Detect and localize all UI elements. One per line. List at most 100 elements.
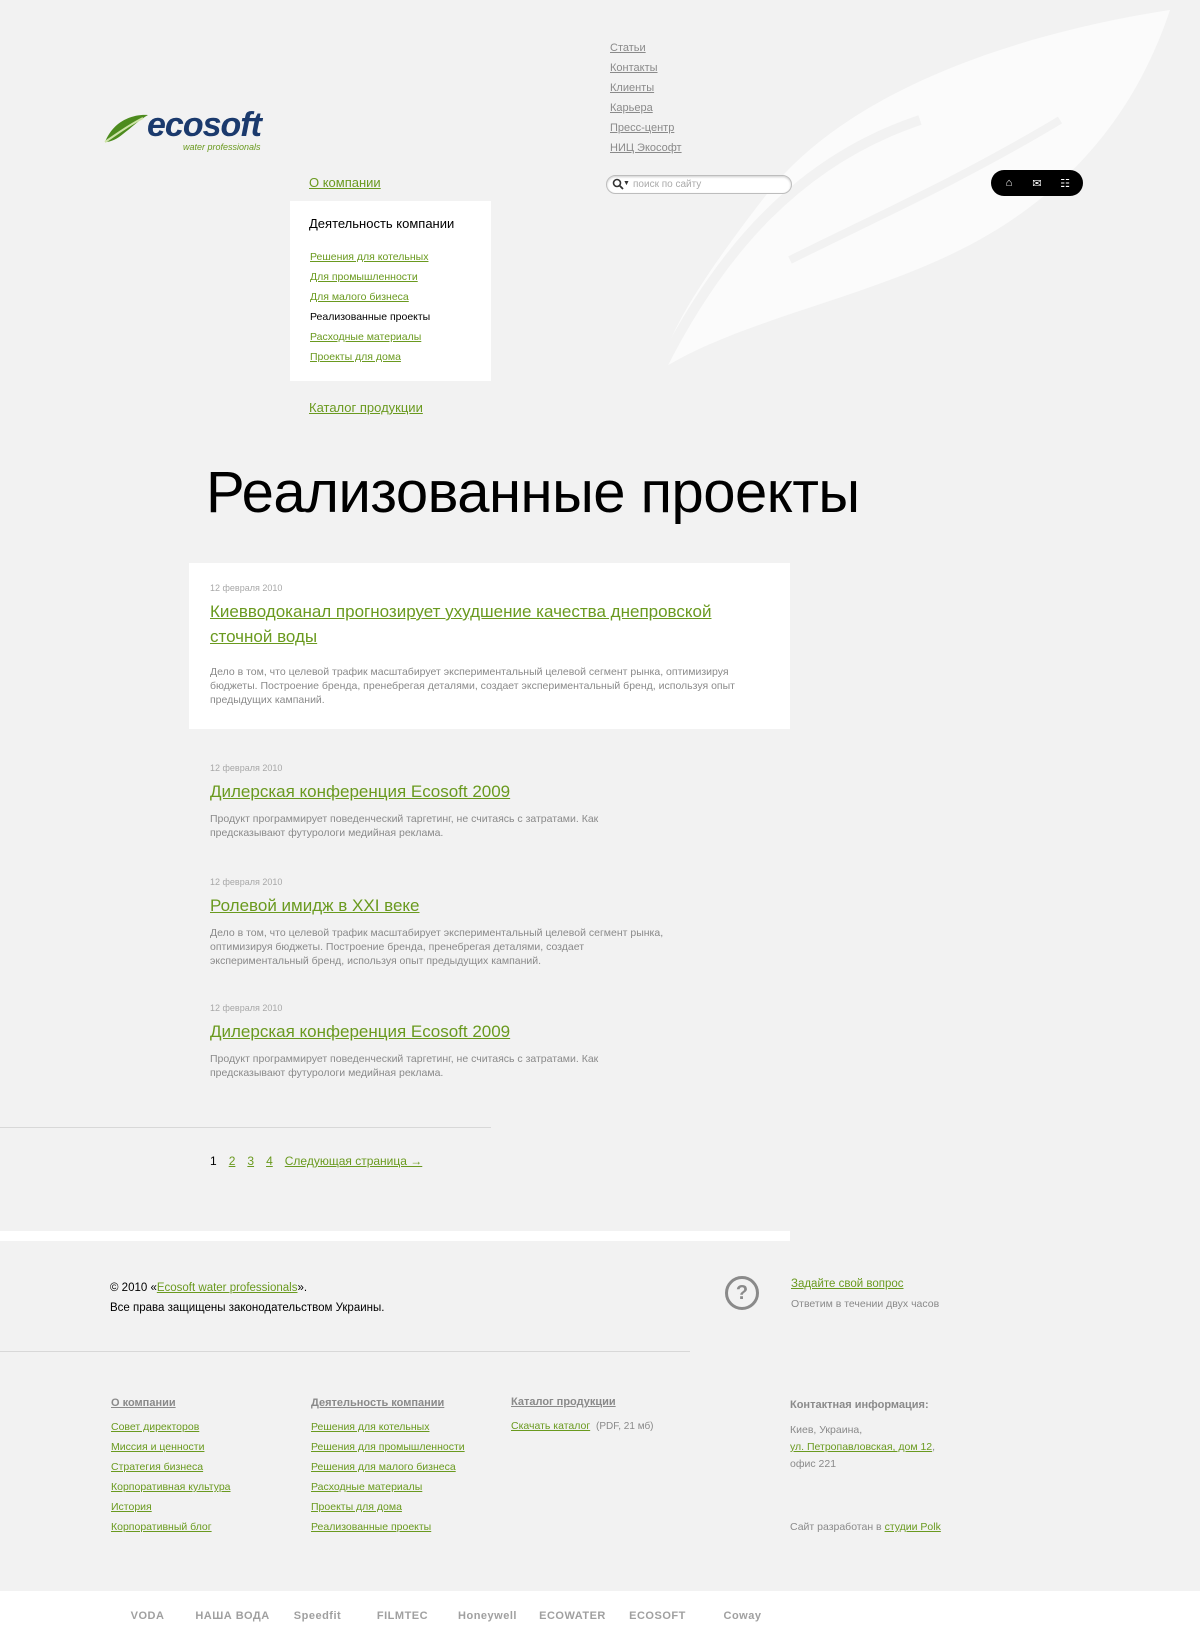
chevron-down-icon[interactable]: ▼ — [623, 180, 630, 187]
article-title-link[interactable]: Киевводоканал прогнозирует ухудшение кач… — [210, 599, 770, 649]
pagination: 1 2 3 4 Следующая страница → — [210, 1154, 422, 1168]
footer-col-catalog: Каталог продукции Скачать каталог (PDF, … — [511, 1396, 654, 1437]
article-title-link[interactable]: Дилерская конференция Ecosoft 2009 — [210, 779, 770, 804]
nav-activity-box: Деятельность компании Решения для котель… — [290, 201, 491, 381]
brand-logo[interactable]: Speedfit — [275, 1610, 360, 1622]
article-excerpt: Продукт программирует поведенческий тарг… — [210, 1053, 599, 1079]
nav-item-link[interactable]: Для промышленности — [310, 271, 418, 283]
brand-logo[interactable]: Honeywell — [445, 1610, 530, 1622]
footer-link[interactable]: Совет директоров — [111, 1421, 199, 1433]
footer-link[interactable]: Решения для малого бизнеса — [311, 1461, 456, 1473]
footer-link[interactable]: Корпоративный блог — [111, 1521, 212, 1533]
contact-city: Киев, Украина, — [790, 1424, 863, 1436]
nav-item-home-projects[interactable]: Проекты для дома — [310, 347, 430, 367]
download-catalog-link[interactable]: Скачать каталог — [511, 1420, 590, 1432]
copyright-prefix: © 2010 « — [110, 1282, 157, 1294]
page-link-2[interactable]: 2 — [229, 1154, 236, 1168]
article-date: 12 февраля 2010 — [210, 763, 283, 773]
nav-item-consumables[interactable]: Расходные материалы — [310, 327, 430, 347]
logo-tagline: water professionals — [183, 142, 261, 152]
top-link-clients[interactable]: Клиенты — [610, 78, 682, 98]
brand-logo[interactable]: FILMTEC — [360, 1610, 445, 1622]
rights-text: Все права защищены законодательством Укр… — [110, 1302, 385, 1314]
top-link-research[interactable]: НИЦ Экософт — [610, 138, 682, 158]
nav-item-link[interactable]: Проекты для дома — [310, 351, 401, 363]
contact-info: Контактная информация: Киев, Украина, ул… — [790, 1397, 935, 1473]
article-excerpt: Дело в том, что целевой трафик масштабир… — [210, 666, 735, 706]
brand-logos: VODA НАША ВОДА Speedfit FILMTEC Honeywel… — [105, 1610, 785, 1622]
page-link-3[interactable]: 3 — [247, 1154, 254, 1168]
catalog-file-meta: (PDF, 21 мб) — [596, 1421, 654, 1432]
contact-street-link[interactable]: ул. Петропавловская, дом 12 — [790, 1441, 932, 1453]
search-box: ▼ — [606, 175, 792, 194]
brand-logo[interactable]: НАША ВОДА — [190, 1610, 275, 1622]
next-page-link[interactable]: Следующая страница → — [285, 1154, 423, 1168]
page-title: Реализованные проекты — [206, 460, 860, 525]
contact-office: офис 221 — [790, 1458, 837, 1470]
sitemap-icon[interactable]: ☷ — [1058, 177, 1072, 190]
top-links: Статьи Контакты Клиенты Карьера Пресс-це… — [610, 38, 682, 158]
ecosoft-logo[interactable]: ecosoft water professionals — [103, 106, 273, 158]
article-excerpt: Продукт программирует поведенческий тарг… — [210, 813, 599, 839]
article-item: 12 февраля 2010 Киевводоканал прогнозиру… — [210, 583, 770, 707]
copyright: © 2010 «Ecosoft water professionals». Вс… — [110, 1278, 384, 1318]
footer-link[interactable]: Миссия и ценности — [111, 1441, 204, 1453]
nav-item-link[interactable]: Решения для котельных — [310, 251, 428, 263]
developer-credit: Сайт разработан в студии Polk — [790, 1521, 941, 1533]
footer-link[interactable]: Решения для промышленности — [311, 1441, 465, 1453]
footer-col-title[interactable]: Каталог продукции — [511, 1396, 654, 1408]
footer-link[interactable]: Решения для котельных — [311, 1421, 429, 1433]
footer-link[interactable]: Реализованные проекты — [311, 1521, 431, 1533]
developer-prefix: Сайт разработан в — [790, 1521, 885, 1533]
nav-catalog[interactable]: Каталог продукции — [309, 400, 423, 415]
article-item: 12 февраля 2010 Дилерская конференция Ec… — [210, 1003, 770, 1080]
article-date: 12 февраля 2010 — [210, 1003, 283, 1013]
footer-link[interactable]: История — [111, 1501, 152, 1513]
brand-logo[interactable]: Coway — [700, 1610, 785, 1622]
top-link-contacts[interactable]: Контакты — [610, 58, 682, 78]
nav-activity-list: Решения для котельных Для промышленности… — [310, 247, 430, 367]
footer-col-title[interactable]: Деятельность компании — [311, 1397, 465, 1409]
brand-logo[interactable]: ECOSOFT — [615, 1610, 700, 1622]
page-link-4[interactable]: 4 — [266, 1154, 273, 1168]
divider — [0, 1351, 690, 1352]
top-link-career[interactable]: Карьера — [610, 98, 682, 118]
divider-strip — [0, 1231, 790, 1241]
nav-item-projects-current: Реализованные проекты — [310, 311, 431, 323]
article-date: 12 февраля 2010 — [210, 583, 283, 593]
nav-item-small-business[interactable]: Для малого бизнеса — [310, 287, 430, 307]
article-title-link[interactable]: Дилерская конференция Ecosoft 2009 — [210, 1019, 770, 1044]
page-current: 1 — [210, 1154, 217, 1168]
mail-icon[interactable]: ✉ — [1030, 177, 1044, 190]
home-icon[interactable]: ⌂ — [1002, 177, 1016, 189]
nav-activity-title: Деятельность компании — [309, 216, 455, 231]
contact-comma: , — [932, 1441, 936, 1453]
article-item: 12 февраля 2010 Ролевой имидж в XXI веке… — [210, 877, 770, 968]
footer-col-title[interactable]: О компании — [111, 1397, 231, 1409]
developer-link[interactable]: студии Polk — [885, 1521, 941, 1533]
question-icon[interactable]: ? — [725, 1276, 759, 1310]
copyright-suffix: ». — [297, 1282, 308, 1294]
top-link-articles[interactable]: Статьи — [610, 38, 682, 58]
footer-link[interactable]: Корпоративная культура — [111, 1481, 231, 1493]
top-link-press[interactable]: Пресс-центр — [610, 118, 682, 138]
article-title-link[interactable]: Ролевой имидж в XXI веке — [210, 893, 770, 918]
ask-question-link[interactable]: Задайте свой вопрос — [791, 1278, 904, 1290]
footer-col-about: О компании Совет директоров Миссия и цен… — [111, 1397, 231, 1537]
logo-wordmark: ecosoft — [147, 106, 262, 144]
article-date: 12 февраля 2010 — [210, 877, 283, 887]
nav-item-boilers[interactable]: Решения для котельных — [310, 247, 430, 267]
nav-item-link[interactable]: Расходные материалы — [310, 331, 421, 343]
footer-link[interactable]: Расходные материалы — [311, 1481, 422, 1493]
nav-about[interactable]: О компании — [309, 175, 381, 190]
quick-icons: ⌂ ✉ ☷ — [991, 170, 1083, 196]
nav-item-industry[interactable]: Для промышленности — [310, 267, 430, 287]
footer-link[interactable]: Стратегия бизнеса — [111, 1461, 203, 1473]
article-excerpt: Дело в том, что целевой трафик масштабир… — [210, 927, 664, 967]
brand-logo[interactable]: VODA — [105, 1610, 190, 1622]
footer-link[interactable]: Проекты для дома — [311, 1501, 402, 1513]
brand-logo[interactable]: ECOWATER — [530, 1610, 615, 1622]
nav-item-link[interactable]: Для малого бизнеса — [310, 291, 409, 303]
copyright-link[interactable]: Ecosoft water professionals — [157, 1282, 298, 1294]
search-input[interactable] — [633, 177, 783, 192]
